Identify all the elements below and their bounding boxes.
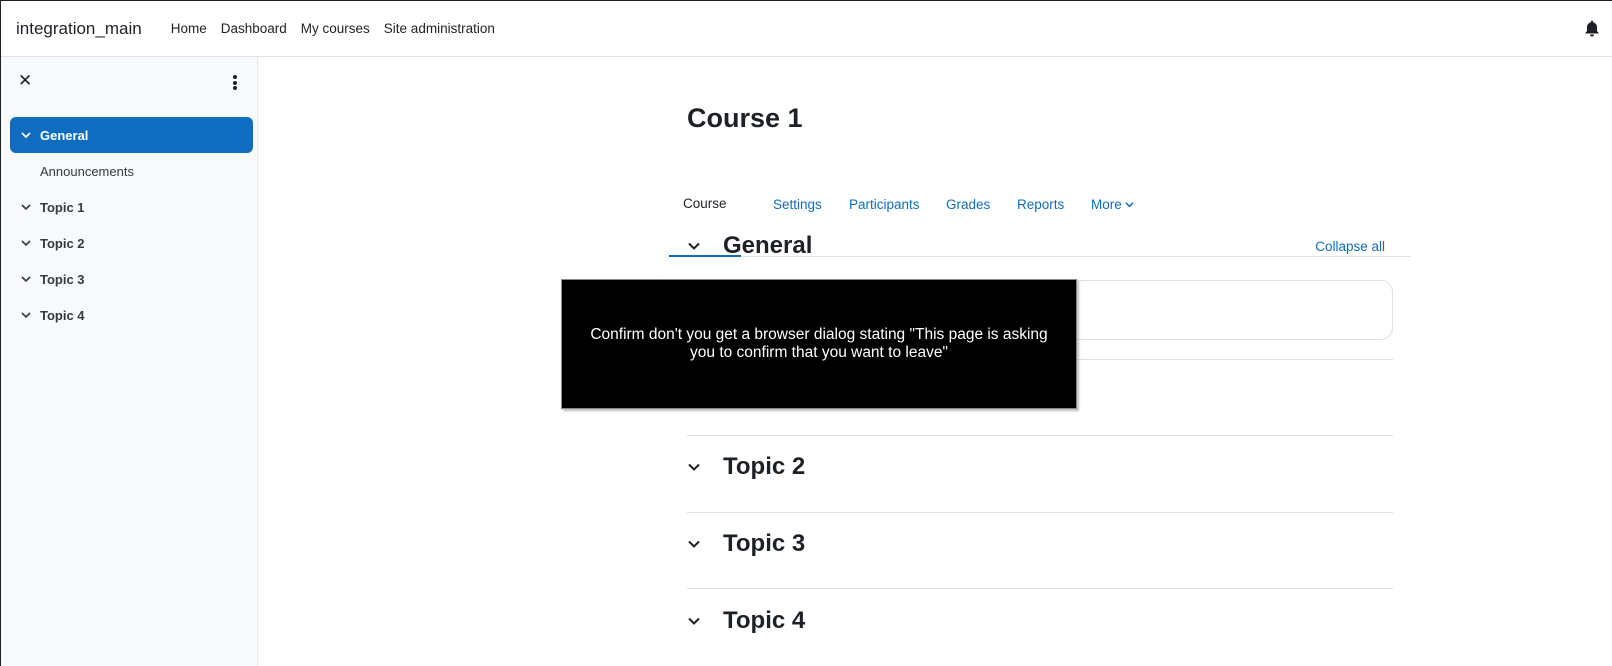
chevron-down-icon[interactable] xyxy=(21,202,31,212)
nav-home[interactable]: Home xyxy=(171,21,207,36)
index-item-general[interactable]: General xyxy=(10,117,253,153)
index-item-label: Topic 3 xyxy=(40,271,85,287)
section-divider xyxy=(687,588,1393,589)
index-item-label: Topic 4 xyxy=(40,307,85,323)
section-topic-2-header: Topic 2 xyxy=(687,453,1393,481)
bell-icon[interactable] xyxy=(1584,20,1600,37)
chevron-down-icon[interactable] xyxy=(687,614,701,628)
chevron-down-icon[interactable] xyxy=(21,274,31,284)
index-item-label: Announcements xyxy=(40,163,134,179)
nav-dashboard[interactable]: Dashboard xyxy=(221,21,287,36)
instruction-overlay: Confirm don't you get a browser dialog s… xyxy=(561,279,1077,409)
primary-navigation: Home Dashboard My courses Site administr… xyxy=(171,21,509,36)
section-title: General xyxy=(723,232,813,259)
site-brand[interactable]: integration_main xyxy=(16,19,142,39)
section-title: Topic 3 xyxy=(723,530,806,557)
chevron-down-icon[interactable] xyxy=(687,460,701,474)
nav-site-administration[interactable]: Site administration xyxy=(384,21,495,36)
chevron-down-icon[interactable] xyxy=(687,537,701,551)
course-index-drawer: ✕ General Announcements Topic 1 Topic 2 … xyxy=(1,57,258,666)
instruction-text: Confirm don't you get a browser dialog s… xyxy=(590,326,1048,361)
section-divider xyxy=(687,435,1393,436)
chevron-down-icon[interactable] xyxy=(687,239,701,253)
chevron-down-icon[interactable] xyxy=(21,238,31,248)
section-general-header: General Collapse all xyxy=(687,232,1393,260)
index-item-topic-1[interactable]: Topic 1 xyxy=(10,189,253,225)
section-topic-4-header: Topic 4 xyxy=(687,607,1393,635)
index-item-announcements[interactable]: Announcements xyxy=(10,153,253,189)
chevron-down-icon[interactable] xyxy=(21,310,31,320)
section-title: Topic 2 xyxy=(723,453,806,480)
page-title: Course 1 xyxy=(687,103,803,133)
kebab-menu-icon[interactable] xyxy=(230,75,240,91)
index-item-topic-2[interactable]: Topic 2 xyxy=(10,225,253,261)
section-title: Topic 4 xyxy=(723,607,806,634)
section-divider xyxy=(687,512,1393,513)
tab-more-label: More xyxy=(1091,196,1122,212)
top-navbar: integration_main Home Dashboard My cours… xyxy=(1,1,1612,57)
close-icon[interactable]: ✕ xyxy=(18,72,34,89)
index-item-label: Topic 1 xyxy=(40,199,85,215)
index-item-topic-4[interactable]: Topic 4 xyxy=(10,297,253,333)
chevron-down-icon xyxy=(1125,201,1134,207)
nav-my-courses[interactable]: My courses xyxy=(301,21,370,36)
index-item-label: General xyxy=(40,127,89,143)
collapse-all-link[interactable]: Collapse all xyxy=(1315,239,1385,254)
chevron-down-icon[interactable] xyxy=(21,130,31,140)
section-topic-3-header: Topic 3 xyxy=(687,530,1393,558)
course-index: General Announcements Topic 1 Topic 2 To… xyxy=(10,117,253,333)
index-item-topic-3[interactable]: Topic 3 xyxy=(10,261,253,297)
index-item-label: Topic 2 xyxy=(40,235,85,251)
